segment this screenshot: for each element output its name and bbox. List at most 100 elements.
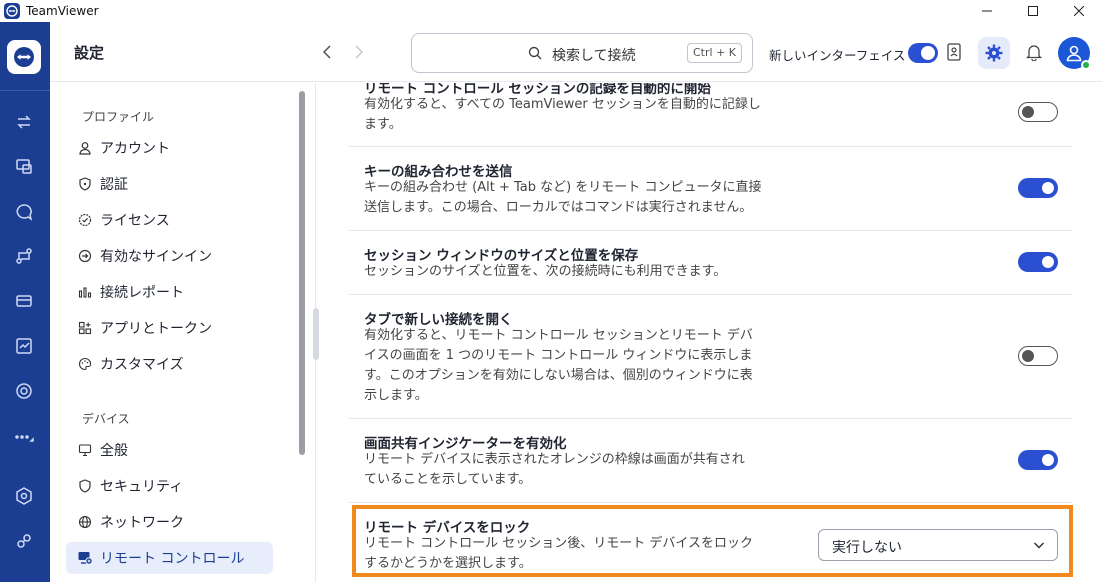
support-icon[interactable]: [13, 380, 35, 402]
user-icon: [1066, 45, 1082, 62]
setting-row-send-key-combinations: キーの組み合わせを送信 キーの組み合わせ (Alt + Tab など) をリモー…: [349, 147, 1073, 231]
search-placeholder: 検索して接続: [552, 48, 636, 64]
chevron-down-icon: [1033, 542, 1045, 549]
setting-row-screen-sharing-indicator: 画面共有インジケーターを有効化 リモート デバイスに表示されたオレンジの枠線は画…: [349, 419, 1073, 503]
settings-content: リモート コントロール セッションの記録を自動的に開始 有効化すると、すべての …: [316, 83, 1102, 582]
sidebar-item-apps-tokens[interactable]: アプリとトークン: [66, 312, 273, 344]
close-button[interactable]: [1056, 0, 1102, 22]
sidebar-item-label: 有効なサインイン: [100, 249, 212, 265]
workflow-icon[interactable]: [13, 245, 35, 267]
connect-icon[interactable]: [13, 111, 35, 133]
new-interface-toggle[interactable]: [908, 43, 938, 63]
sidebar-item-label: セキュリティ: [100, 479, 184, 495]
person-icon: [76, 139, 94, 157]
bar-chart-icon: [76, 283, 94, 301]
signin-icon: [76, 247, 94, 265]
window-title: TeamViewer: [26, 4, 99, 18]
chat-icon[interactable]: [13, 201, 35, 223]
auto-record-toggle[interactable]: [1018, 102, 1058, 122]
sidebar-scrollbar[interactable]: [299, 91, 305, 455]
sidebar-item-security[interactable]: セキュリティ: [66, 470, 273, 502]
open-in-tabs-toggle[interactable]: [1018, 346, 1058, 366]
sidebar-item-label: 認証: [100, 177, 128, 193]
more-icon[interactable]: [13, 426, 35, 448]
save-window-size-toggle[interactable]: [1018, 252, 1058, 272]
search-connect-input[interactable]: 検索して接続 Ctrl + K: [411, 33, 753, 73]
setting-description: リモート デバイスに表示されたオレンジの枠線は画面が共有され ていることを示して…: [364, 452, 745, 487]
sidebar-item-customize[interactable]: カスタマイズ: [66, 348, 273, 380]
setting-title: 画面共有インジケーターを有効化: [364, 436, 567, 452]
monitor-icon: [76, 441, 94, 459]
setting-description: セッションのサイズと位置を、次の接続時にも利用できます。: [364, 264, 727, 279]
shield-icon: [76, 477, 94, 495]
close-icon: [1074, 6, 1084, 16]
sidebar-item-label: 接続レポート: [100, 285, 184, 301]
setting-row-auto-record: リモート コントロール セッションの記録を自動的に開始 有効化すると、すべての …: [349, 83, 1073, 147]
devices-icon[interactable]: [13, 155, 35, 177]
lock-remote-device-select[interactable]: 実行しない: [818, 529, 1058, 561]
globe-icon: [76, 513, 94, 531]
sessions-icon[interactable]: [13, 290, 35, 312]
integrations-icon[interactable]: [13, 530, 35, 552]
select-value: 実行しない: [832, 540, 902, 556]
avatar[interactable]: [1058, 37, 1091, 70]
device-info-icon[interactable]: [942, 40, 966, 64]
page-title: 設定: [74, 44, 105, 62]
setting-description: 有効化すると、すべての TeamViewer セッションを自動的に記録し ます。: [364, 97, 761, 132]
reports-icon[interactable]: [13, 335, 35, 357]
sidebar-item-label: 全般: [100, 443, 128, 459]
sidebar-item-network[interactable]: ネットワーク: [66, 506, 273, 538]
settings-sidebar: プロファイル アカウント 認証 ライセンス 有効なサインイン 接続レポート アプ…: [50, 83, 315, 582]
chevron-left-icon: [322, 45, 331, 59]
setting-row-save-window-size: セッション ウィンドウのサイズと位置を保存 セッションのサイズと位置を、次の接続…: [349, 231, 1073, 295]
sidebar-item-license[interactable]: ライセンス: [66, 204, 273, 236]
shield-icon: [76, 175, 94, 193]
section-devices: デバイス: [82, 412, 130, 426]
badge-check-icon: [76, 211, 94, 229]
rail-divider: [0, 90, 50, 91]
notifications-button[interactable]: [1022, 40, 1046, 64]
setting-title: リモート デバイスをロック: [364, 520, 531, 536]
forward-button[interactable]: [348, 42, 368, 62]
apps-icon: [76, 319, 94, 337]
app-header: 設定 検索して接続 Ctrl + K 新しいインターフェイス: [50, 22, 1102, 82]
sidebar-item-active-signins[interactable]: 有効なサインイン: [66, 240, 273, 272]
gear-icon: [985, 44, 1003, 62]
minimize-button[interactable]: [964, 0, 1010, 22]
sidebar-item-authentication[interactable]: 認証: [66, 168, 273, 200]
online-status-dot: [1081, 60, 1091, 70]
maximize-icon: [1028, 6, 1038, 16]
sidebar-item-label: アプリとトークン: [100, 321, 212, 337]
settings-button[interactable]: [978, 37, 1010, 69]
sidebar-item-label: ライセンス: [100, 213, 170, 229]
chevron-right-icon: [355, 45, 364, 59]
setting-title: キーの組み合わせを送信: [364, 164, 513, 180]
setting-row-open-in-tabs: タブで新しい接続を開く 有効化すると、リモート コントロール セッションとリモー…: [349, 295, 1073, 419]
teamviewer-home-icon[interactable]: [7, 40, 41, 74]
palette-icon: [76, 355, 94, 373]
sidebar-item-remote-control[interactable]: リモート コントロール: [66, 542, 273, 574]
sidebar-item-general[interactable]: 全般: [66, 434, 273, 466]
window-titlebar: TeamViewer: [0, 0, 1102, 22]
search-shortcut-badge: Ctrl + K: [687, 43, 742, 63]
sidebar-item-label: アカウント: [100, 141, 170, 157]
new-interface-label: 新しいインターフェイス: [769, 48, 906, 63]
section-profile: プロファイル: [82, 110, 155, 124]
bell-icon: [1026, 45, 1042, 61]
sidebar-item-account[interactable]: アカウント: [66, 132, 273, 164]
setting-description: キーの組み合わせ (Alt + Tab など) をリモート コンピュータに直接 …: [364, 180, 762, 215]
setting-title: タブで新しい接続を開く: [364, 312, 513, 328]
sidebar-item-label: リモート コントロール: [100, 551, 245, 567]
sidebar-item-label: ネットワーク: [100, 515, 184, 531]
sidebar-item-label: カスタマイズ: [100, 357, 184, 373]
minimize-icon: [982, 10, 992, 12]
sidebar-item-connection-reports[interactable]: 接続レポート: [66, 276, 273, 308]
setting-description: 有効化すると、リモート コントロール セッションとリモート デバ イスの画面を …: [364, 328, 753, 403]
send-key-combinations-toggle[interactable]: [1018, 178, 1058, 198]
admin-icon[interactable]: [13, 485, 35, 507]
maximize-button[interactable]: [1010, 0, 1056, 22]
setting-title: セッション ウィンドウのサイズと位置を保存: [364, 248, 639, 264]
screen-sharing-indicator-toggle[interactable]: [1018, 450, 1058, 470]
teamviewer-logo-icon: [4, 3, 20, 19]
back-button[interactable]: [318, 42, 338, 62]
